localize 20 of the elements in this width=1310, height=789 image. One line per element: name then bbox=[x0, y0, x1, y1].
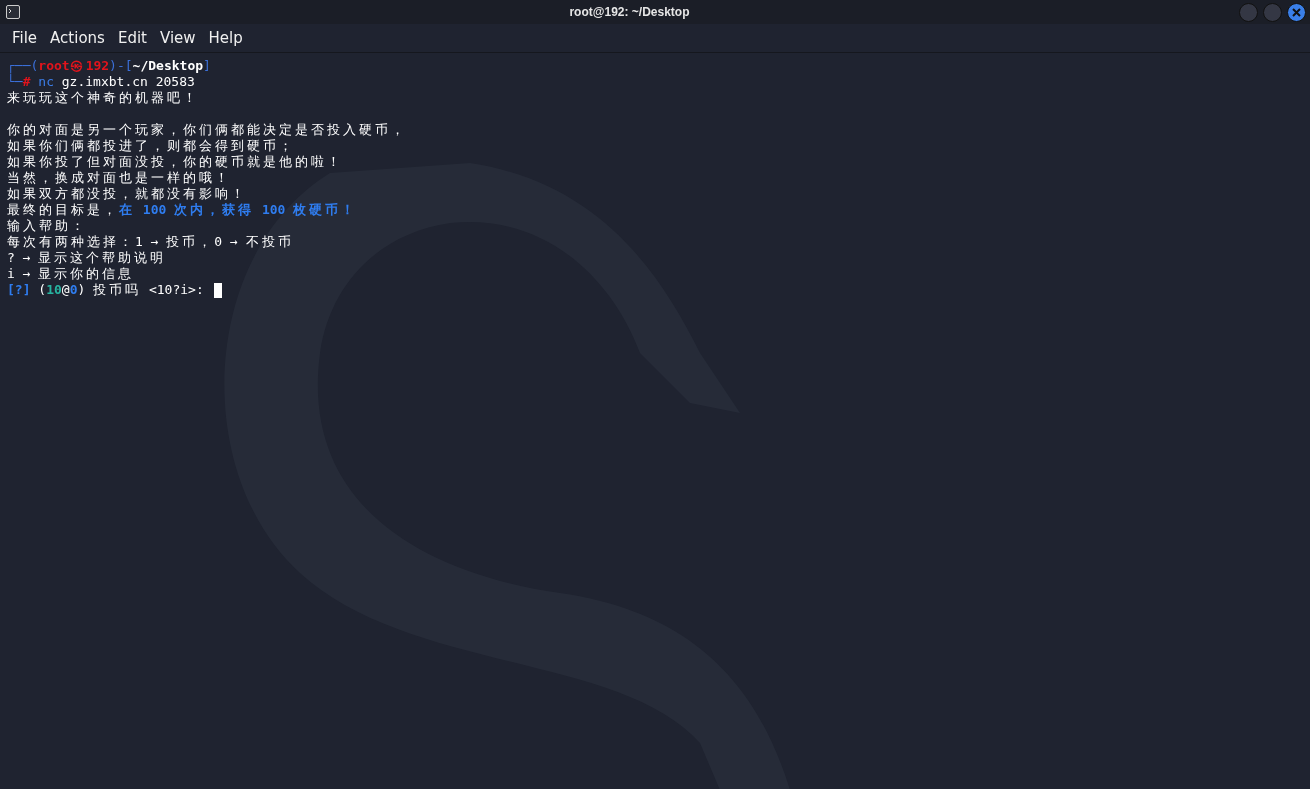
terminal-line: 如果双方都没投，就都没有影响！ bbox=[7, 186, 247, 202]
terminal-line: 最终的目标是，在 100 次内，获得 100 枚硬币！ bbox=[7, 202, 358, 218]
terminal-line: 当然，换成对面也是一样的哦！ bbox=[7, 170, 231, 186]
terminal-line: 如果你们俩都投进了，则都会得到硬币； bbox=[7, 138, 295, 154]
terminal-line: 每次有两种选择：1 → 投币，0 → 不投币 bbox=[7, 234, 294, 250]
terminal-line: ? → 显示这个帮助说明 bbox=[7, 250, 167, 266]
terminal-line: └─# nc gz.imxbt.cn 20583 bbox=[7, 74, 195, 90]
terminal-icon bbox=[6, 5, 20, 19]
terminal-line: 你的对面是另一个玩家，你们俩都能决定是否投入硬币， bbox=[7, 122, 407, 138]
minimize-button[interactable] bbox=[1239, 2, 1258, 22]
terminal-line: 输入帮助： bbox=[7, 218, 87, 234]
terminal-line: i → 显示你的信息 bbox=[7, 266, 135, 282]
close-icon bbox=[1292, 7, 1301, 17]
maximize-button[interactable] bbox=[1263, 2, 1282, 22]
window-title: root@192: ~/Desktop bbox=[568, 5, 691, 19]
terminal-line: [?] (10@0) 投币吗 <10?i>: bbox=[7, 282, 205, 298]
close-button[interactable] bbox=[1287, 2, 1306, 22]
terminal-line: 来玩玩这个神奇的机器吧！ bbox=[7, 90, 199, 106]
terminal-line: 如果你投了但对面没投，你的硬币就是他的啦！ bbox=[7, 154, 343, 170]
terminal-line: ┌──(root㉿192)-[~/Desktop] bbox=[7, 58, 211, 74]
